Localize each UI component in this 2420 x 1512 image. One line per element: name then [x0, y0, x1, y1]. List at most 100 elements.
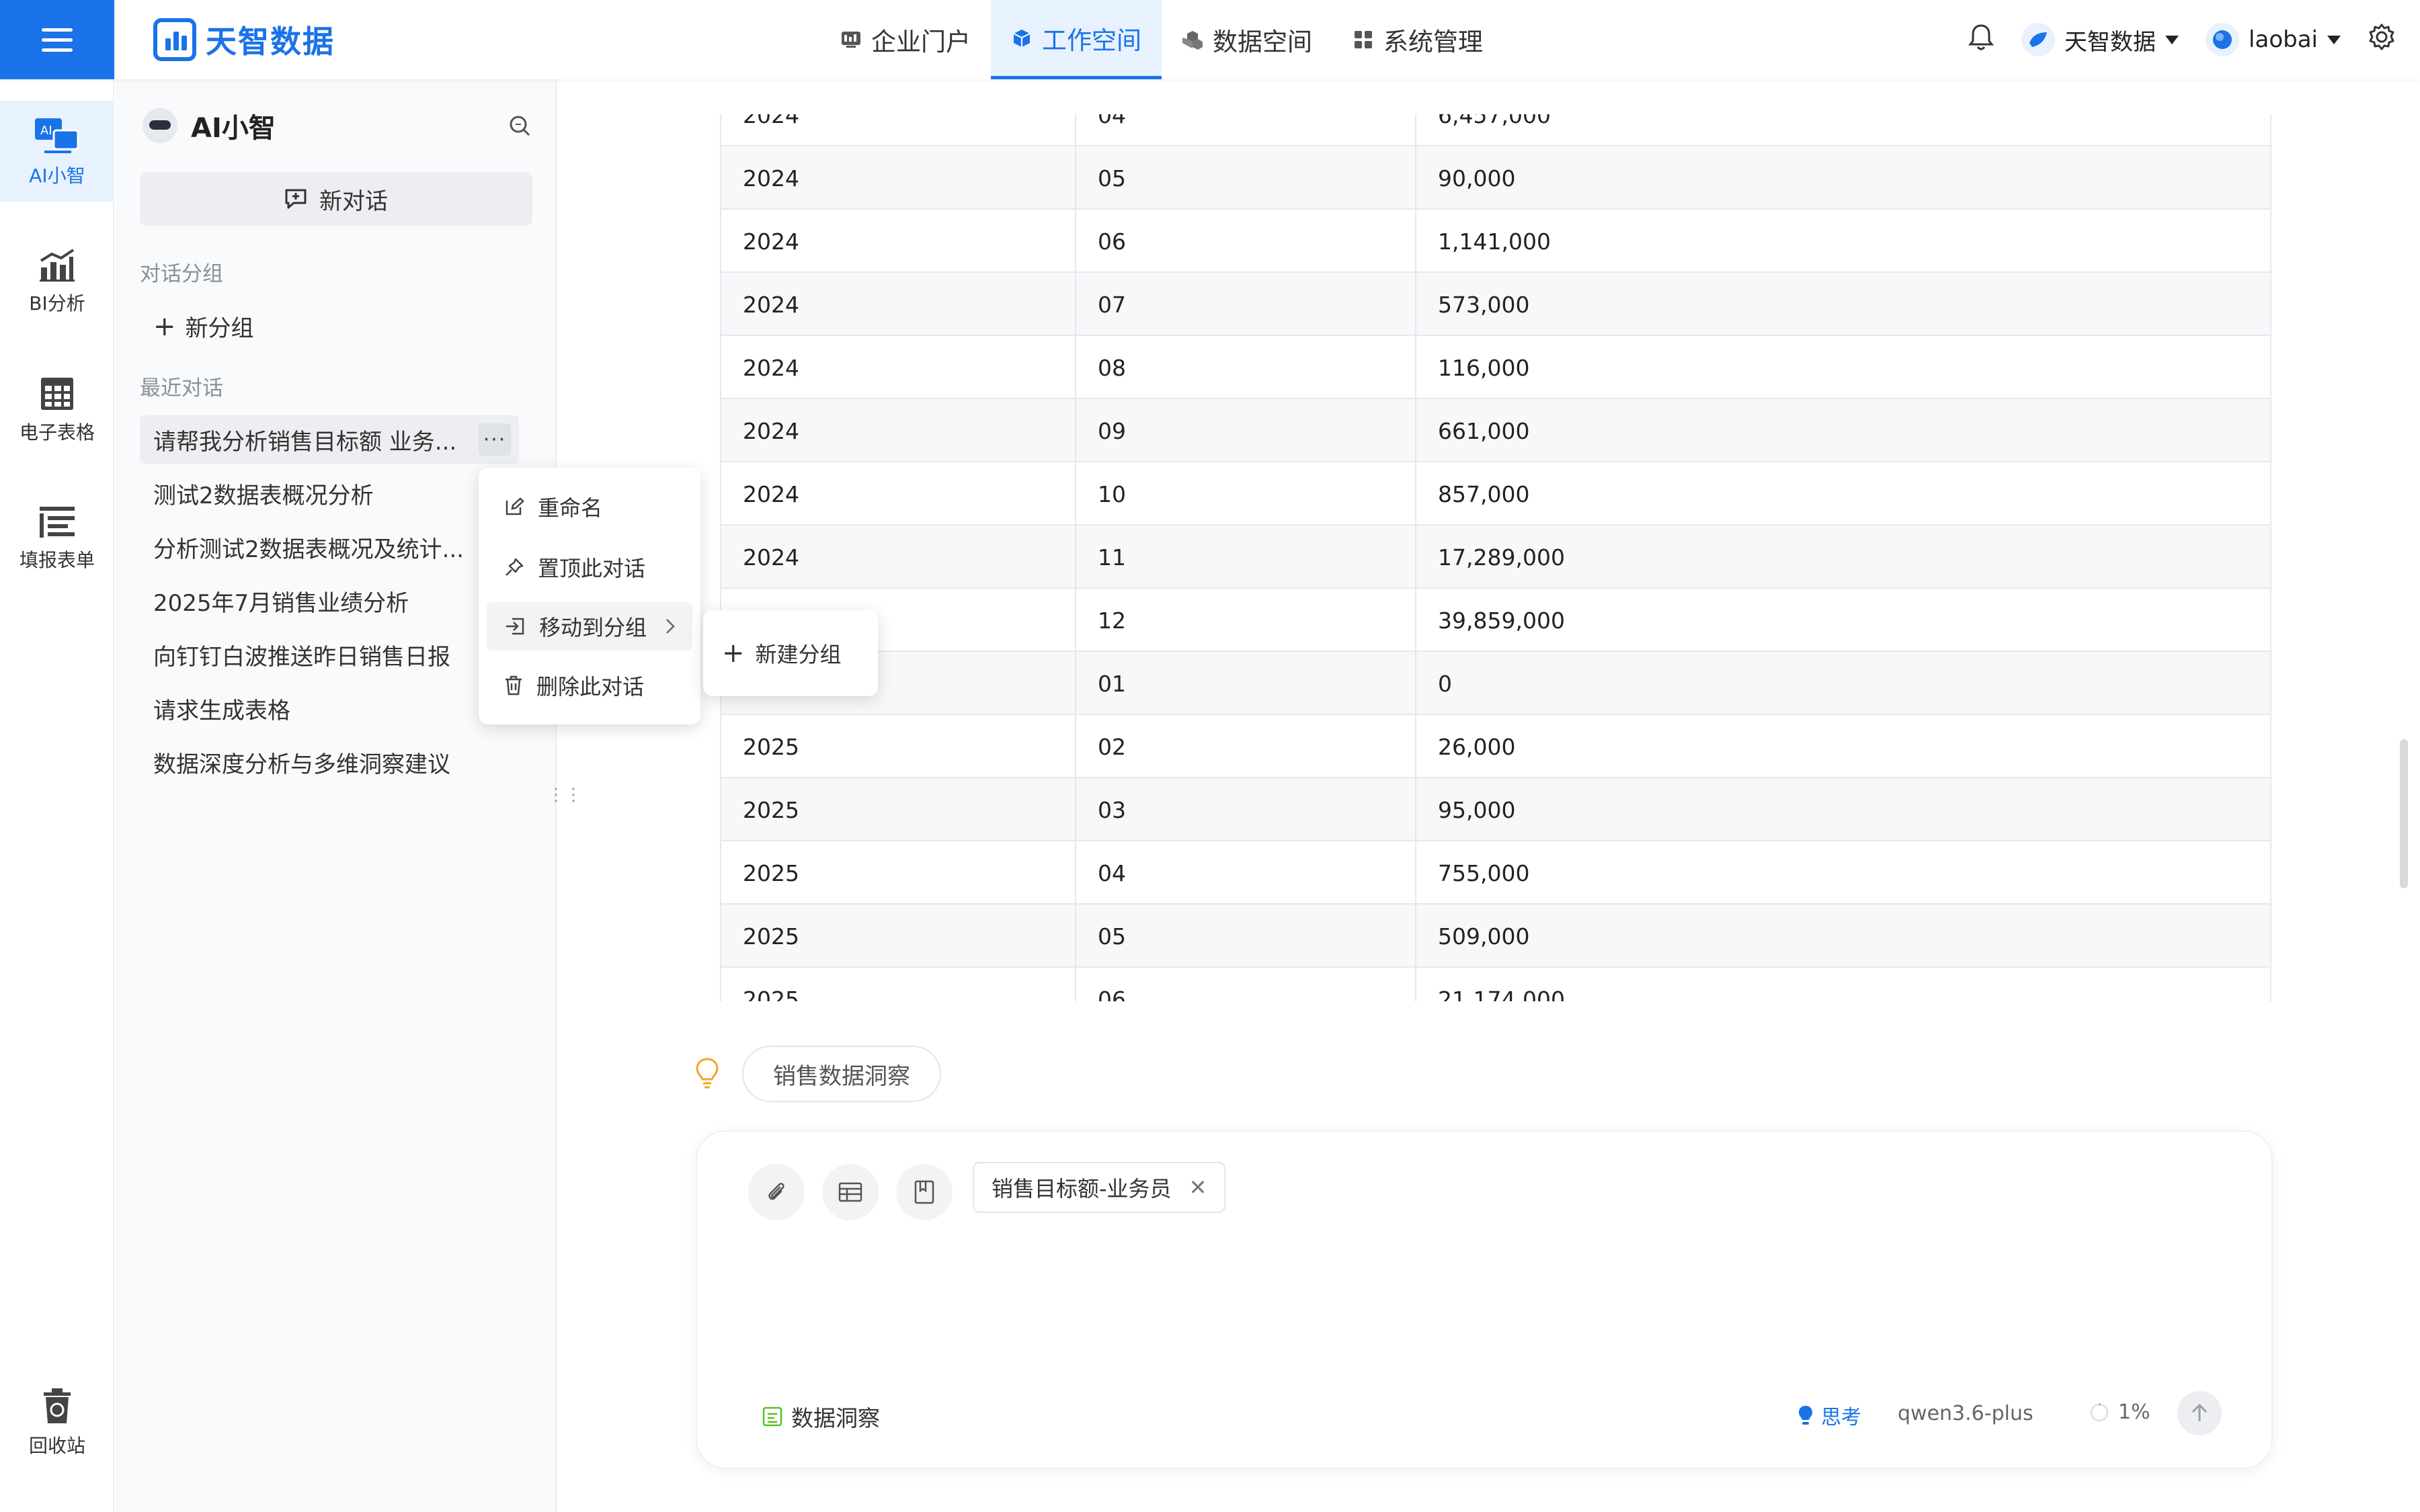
conversation-item[interactable]: 2025年7月销售业绩分析: [140, 577, 519, 625]
groups-section-label: 对话分组: [140, 262, 223, 286]
table-cell: 2024: [721, 114, 1076, 146]
more-options-icon[interactable]: ···: [479, 423, 511, 456]
nav-label: 企业门户: [871, 28, 971, 56]
table-cell: 573,000: [1438, 291, 1530, 318]
hamburger-menu-button[interactable]: [0, 0, 114, 79]
submenu-new-group[interactable]: + 新建分组: [703, 610, 878, 696]
model-selector[interactable]: qwen3.6-plus: [1898, 1402, 2033, 1425]
search-icon[interactable]: [508, 114, 531, 140]
table-row: 2024 09 661,000: [720, 399, 2271, 462]
nav-enterprise-portal[interactable]: 企业门户: [820, 0, 991, 79]
sidebar-header: AI小智: [143, 106, 276, 145]
conversation-item[interactable]: 向钉钉白波推送昨日销售日报: [140, 630, 519, 679]
conversation-title: 测试2数据表概况分析: [153, 482, 374, 509]
table-cell: 857,000: [1438, 480, 1530, 507]
data-insight-toggle[interactable]: 数据洞察: [762, 1400, 880, 1433]
table-cell: 05: [1076, 905, 1416, 968]
attach-button[interactable]: [748, 1164, 805, 1220]
table-row: 2025 06 21,174,000: [720, 968, 2271, 1001]
nav-system-management[interactable]: 系统管理: [1332, 0, 1503, 79]
rail-item-label: 填报表单: [19, 549, 95, 571]
table-cell: 2025: [721, 715, 1076, 778]
table-row: 2024 08 116,000: [720, 336, 2271, 399]
menu-item-move-to-group[interactable]: 移动到分组: [487, 602, 692, 650]
rail-item-bi-analysis[interactable]: BI分析: [0, 247, 114, 316]
menu-item-rename[interactable]: 重命名: [487, 482, 692, 531]
nav-data-space[interactable]: 数据空间: [1162, 0, 1332, 79]
table-row: 2024 10 857,000: [720, 462, 2271, 526]
new-chat-label: 新对话: [319, 187, 388, 215]
menu-item-pin[interactable]: 置顶此对话: [487, 543, 692, 591]
submenu-label: 新建分组: [755, 642, 842, 667]
new-chat-icon: [285, 189, 307, 209]
portal-icon: [840, 29, 862, 50]
table-cell: 04: [1076, 114, 1416, 146]
bi-chart-icon: [40, 249, 75, 282]
table-body: 2024 04 6,457,000 2024 05 90,000 2024 06 1,141,0…: [720, 114, 2271, 1001]
conversation-item[interactable]: 分析测试2数据表概况及统计...: [140, 523, 519, 571]
workspace-cube-icon: [1011, 28, 1033, 49]
menu-item-delete[interactable]: 删除此对话: [487, 661, 692, 710]
rail-item-spreadsheet[interactable]: 电子表格: [0, 376, 114, 445]
conversation-context-menu: 重命名 置顶此对话 移动到分组 删除此对话: [479, 468, 700, 724]
rail-item-recycle-bin[interactable]: 回收站: [0, 1387, 114, 1458]
rail-item-ai-assistant[interactable]: AI AI小智: [0, 101, 114, 202]
attached-table-label: 销售目标额-业务员: [992, 1176, 1172, 1202]
table-cell: 90,000: [1438, 165, 1516, 192]
org-switcher[interactable]: 天智数据: [2021, 23, 2179, 56]
conversation-item[interactable]: 请帮我分析销售目标额 业务... ···: [140, 415, 519, 464]
table-cell: 12: [1076, 589, 1416, 652]
conversation-title: 向钉钉白波推送昨日销售日报: [153, 643, 450, 671]
top-navigation: 企业门户 工作空间 数据空间 系统管理: [820, 0, 1503, 79]
lightbulb-icon: [694, 1056, 721, 1093]
table-cell: 03: [1076, 778, 1416, 841]
table-cell: 2024: [721, 146, 1076, 210]
svg-text:AI: AI: [40, 124, 52, 138]
username: laobai: [2249, 26, 2318, 53]
send-button[interactable]: [2177, 1391, 2222, 1435]
page-scrollbar[interactable]: [2400, 739, 2408, 888]
paperclip-icon: [768, 1183, 784, 1200]
menu-item-label: 重命名: [538, 495, 603, 521]
conversation-title: 2025年7月销售业绩分析: [153, 589, 409, 617]
pin-icon: [506, 558, 524, 576]
conversation-item[interactable]: 请求生成表格: [140, 684, 519, 732]
rail-item-label: 回收站: [28, 1435, 85, 1457]
close-icon[interactable]: ✕: [1189, 1175, 1207, 1200]
table-cell: 06: [1076, 968, 1416, 1001]
knowledge-button[interactable]: [896, 1164, 953, 1220]
app-logo[interactable]: 天智数据: [153, 17, 335, 62]
data-space-icon: [1182, 29, 1203, 50]
hamburger-icon: [42, 38, 73, 42]
left-rail: AI AI小智 BI分析 电子表格 填报表单 回收站: [0, 79, 114, 1512]
table-cell: 509,000: [1438, 923, 1530, 950]
book-icon: [914, 1180, 934, 1204]
gear-icon[interactable]: [2368, 23, 2396, 57]
table-select-button[interactable]: [822, 1164, 879, 1220]
sidebar-title: AI小智: [191, 113, 276, 144]
bell-icon[interactable]: [1968, 23, 1994, 57]
nav-workspace[interactable]: 工作空间: [991, 0, 1162, 79]
logo-icon: [153, 18, 196, 61]
conversation-title: 数据深度分析与多维洞察建议: [153, 751, 450, 778]
progress-ring-icon: [2090, 1402, 2109, 1421]
conversation-item[interactable]: 测试2数据表概况分析: [140, 469, 519, 517]
user-menu[interactable]: laobai: [2206, 23, 2341, 56]
plus-icon: +: [722, 638, 745, 669]
new-chat-button[interactable]: 新对话: [140, 172, 532, 226]
table-cell: 661,000: [1438, 417, 1530, 444]
menu-item-label: 移动到分组: [539, 615, 647, 640]
add-group-button[interactable]: + 新分组: [153, 310, 254, 343]
table-cell: 08: [1076, 336, 1416, 399]
app-name: 天智数据: [206, 24, 335, 60]
context-usage: 1%: [2089, 1400, 2150, 1424]
chevron-down-icon: [2327, 35, 2341, 44]
rail-item-label: AI小智: [29, 165, 85, 187]
conversation-title: 请帮我分析销售目标额 业务...: [153, 428, 457, 456]
attached-table-tag: 销售目标额-业务员 ✕: [973, 1162, 1226, 1213]
suggestion-chip[interactable]: 销售数据洞察: [742, 1046, 941, 1102]
rail-item-form[interactable]: 填报表单: [0, 505, 114, 573]
conversation-item[interactable]: 数据深度分析与多维洞察建议: [140, 738, 519, 786]
drag-handle-icon[interactable]: ⋮⋮: [547, 785, 582, 805]
think-toggle[interactable]: 思考: [1797, 1400, 1861, 1430]
